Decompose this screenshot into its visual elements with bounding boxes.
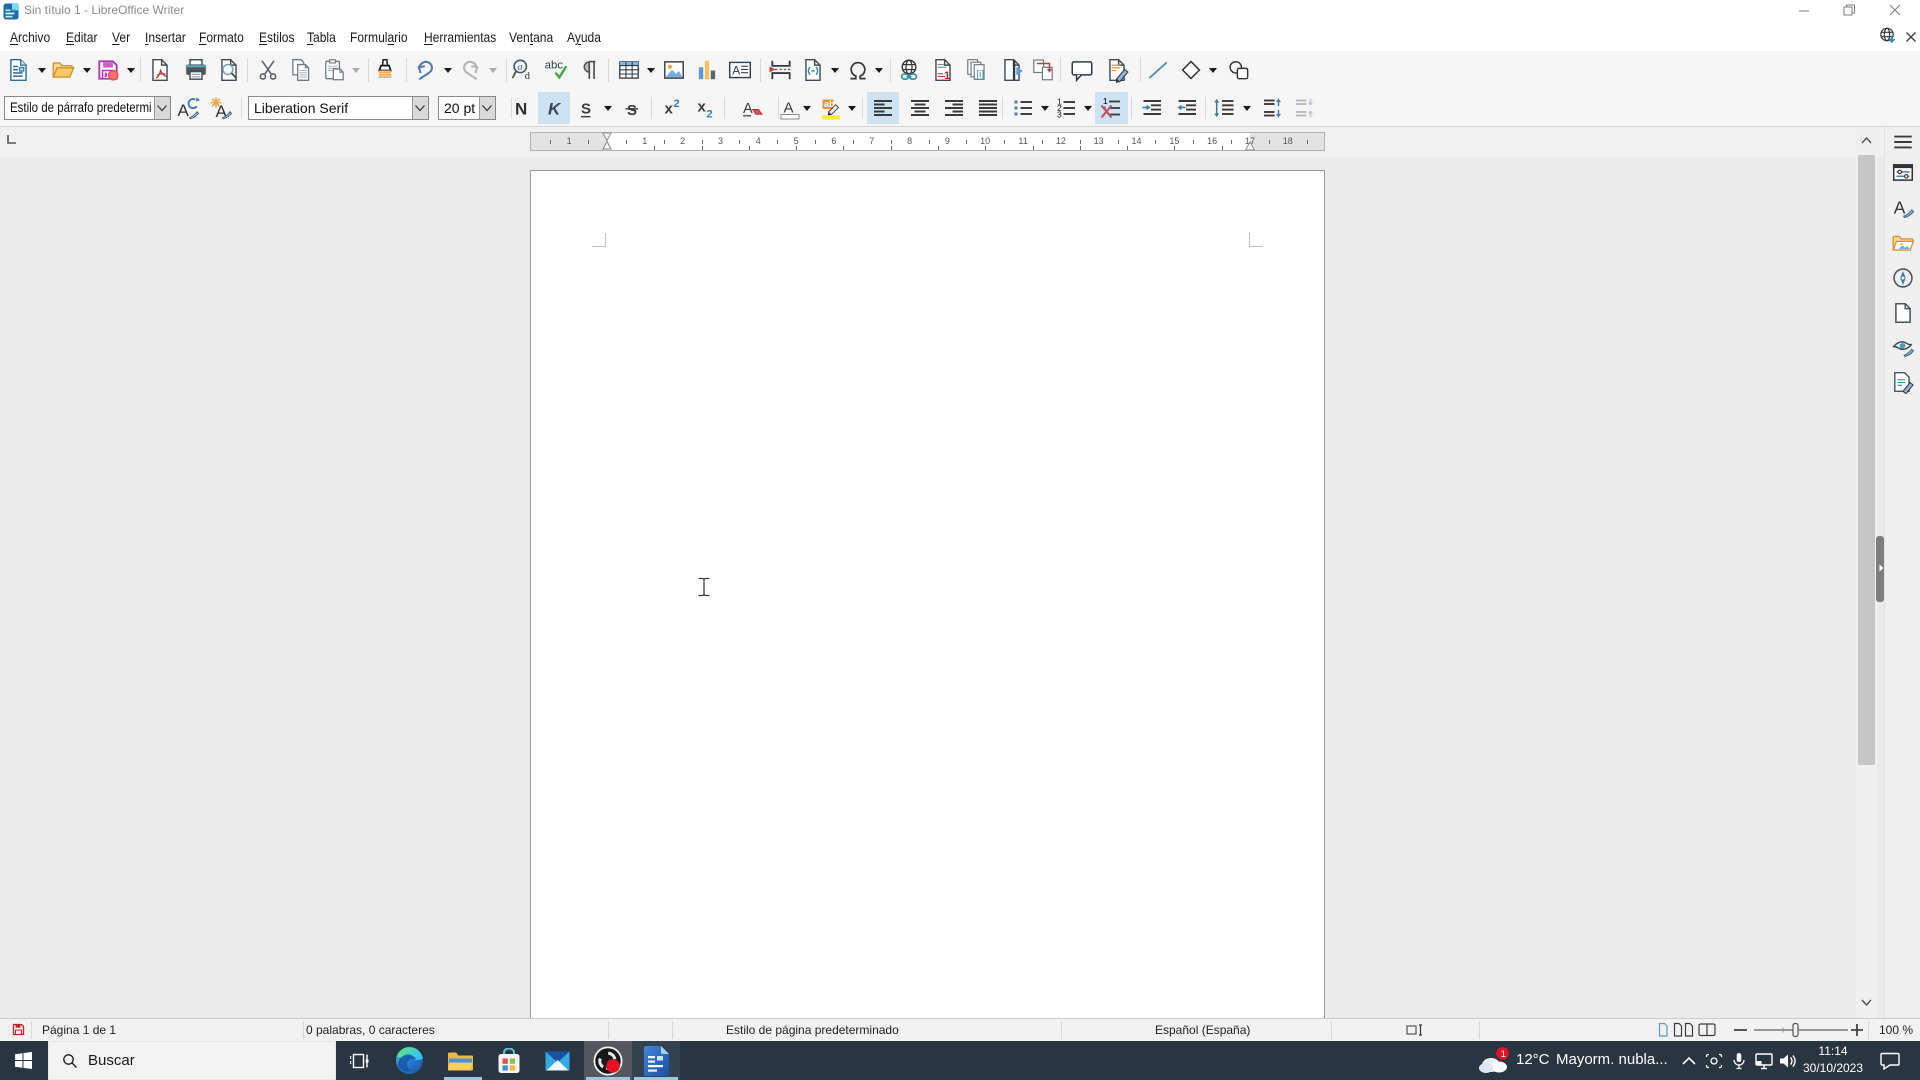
svg-text:A: A	[743, 101, 753, 117]
svg-text:abc: abc	[545, 59, 564, 71]
svg-text:x: x	[698, 99, 707, 116]
svg-text:x: x	[665, 101, 674, 118]
svg-text:N: N	[515, 100, 527, 119]
svg-text:1: 1	[1501, 1049, 1506, 1060]
svg-text:2: 2	[707, 109, 713, 121]
svg-text:a: a	[517, 61, 522, 73]
svg-text:[i]: [i]	[976, 70, 984, 81]
svg-text:1: 1	[944, 70, 950, 82]
svg-text:d: d	[525, 70, 531, 82]
svg-text:1: 1	[1103, 96, 1108, 106]
svg-text:S: S	[581, 101, 591, 118]
svg-text:3: 3	[1057, 110, 1062, 120]
svg-text:2: 2	[674, 98, 680, 110]
svg-text:A: A	[732, 64, 740, 78]
svg-text:S: S	[627, 102, 637, 119]
svg-text:A: A	[784, 100, 794, 117]
svg-text:K: K	[548, 100, 562, 119]
svg-text:A: A	[1894, 197, 1906, 217]
